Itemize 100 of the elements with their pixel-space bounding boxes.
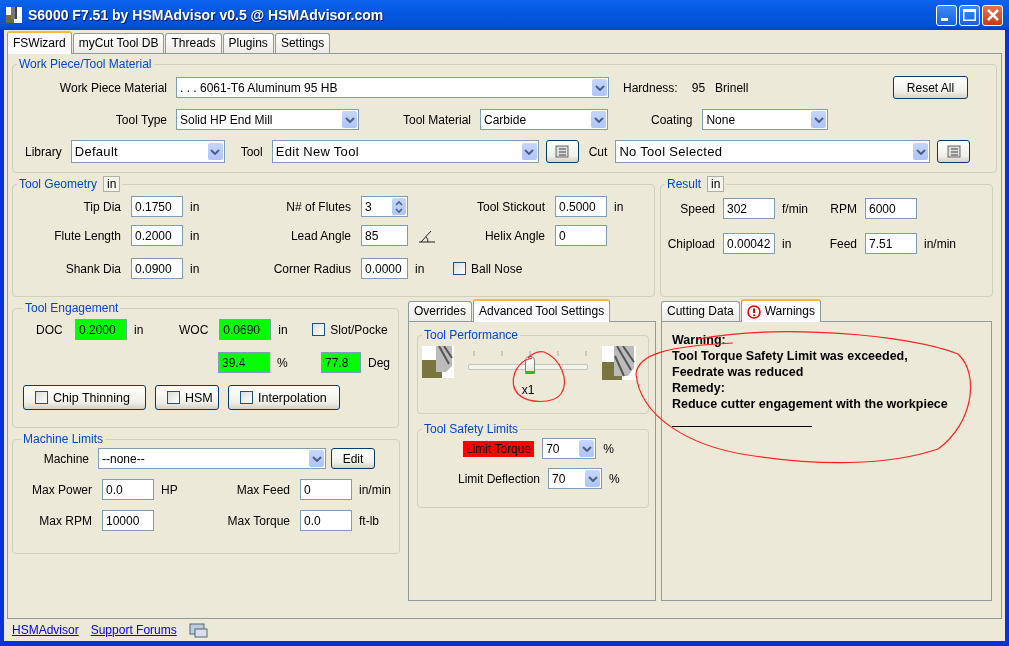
close-button[interactable]	[982, 4, 1003, 26]
tab[interactable]: Advanced Tool Settings	[473, 299, 611, 322]
toggle-button[interactable]: Interpolation	[228, 385, 340, 410]
unit-button[interactable]: in	[103, 176, 121, 192]
unit-label: in/min	[359, 482, 391, 497]
edit-list-button[interactable]	[545, 140, 579, 163]
text-field[interactable]: 0	[555, 225, 607, 246]
text-field[interactable]: 0.1750	[131, 196, 183, 217]
tab[interactable]: Cutting Data	[661, 301, 740, 321]
checkbox-label: Slot/Pocke	[330, 322, 388, 337]
toggle-button[interactable]: HSM	[155, 385, 219, 410]
unit-label: f/min	[782, 201, 808, 216]
dropdown[interactable]: No Tool Selected	[615, 140, 931, 163]
spinner-field[interactable]: 3	[361, 196, 408, 217]
group-title: Work Piece/Tool Material	[18, 57, 153, 71]
field-label: WOC	[179, 322, 209, 337]
field-label: Flute Length	[53, 228, 121, 243]
text-field[interactable]: 0.2000	[131, 225, 183, 246]
footer-link[interactable]: HSMAdvisor	[12, 623, 79, 637]
tab[interactable]: Warnings	[740, 299, 821, 322]
checkbox[interactable]	[312, 323, 326, 336]
text-field[interactable]: 85	[361, 225, 408, 246]
text-field[interactable]: 77.8	[321, 352, 361, 373]
slider-thumb[interactable]	[525, 356, 536, 374]
reset-button[interactable]: Reset All	[893, 76, 968, 99]
group-title: Machine Limits	[22, 432, 105, 446]
dropdown[interactable]: 70	[548, 468, 602, 489]
unit-label: in	[614, 199, 624, 214]
checkbox[interactable]	[35, 391, 48, 404]
maximize-button[interactable]	[959, 4, 980, 26]
tab[interactable]: Threads	[165, 33, 222, 53]
text-field[interactable]: 0.2000	[75, 319, 127, 340]
text-field[interactable]: 0.00042	[723, 233, 775, 254]
unit-label: in	[782, 236, 792, 251]
field-label: Work Piece Material	[58, 80, 167, 95]
warning-text: Warning:	[672, 332, 727, 348]
dropdown[interactable]: Solid HP End Mill	[176, 109, 359, 130]
warning-icon	[746, 304, 761, 319]
text-field[interactable]: 0.0000	[361, 258, 408, 279]
dropdown[interactable]: Edit New Tool	[271, 140, 539, 163]
close-icon	[986, 9, 999, 21]
group-title: Tool Safety Limits	[423, 422, 520, 436]
field-label: DOC	[36, 322, 62, 337]
unit-button[interactable]: in	[707, 176, 725, 192]
caret-icon	[309, 450, 324, 467]
field-label: Library	[25, 144, 62, 159]
text-field[interactable]: 0.0	[102, 479, 154, 500]
caret-icon	[913, 143, 929, 160]
field-label: Max Power	[30, 482, 92, 497]
maximize-icon	[963, 9, 976, 21]
tab[interactable]: FSWizard	[7, 31, 72, 54]
field-label: Tool Stickout	[475, 199, 545, 214]
field-label: RPM	[829, 201, 857, 216]
checkbox[interactable]	[167, 391, 180, 404]
toggle-button[interactable]: Chip Thinning	[23, 385, 146, 410]
dropdown[interactable]: --none--	[98, 448, 326, 469]
warning-text: Tool Torque Safety Limit was exceeded,	[672, 348, 909, 364]
text-field[interactable]: 10000	[102, 510, 154, 531]
footer-link[interactable]: Support Forums	[90, 623, 177, 637]
spinner-arrows-icon	[392, 198, 406, 215]
text-field[interactable]: 0.0690	[219, 319, 272, 340]
dropdown[interactable]: 70	[542, 438, 597, 459]
text-field[interactable]: 302	[723, 198, 775, 219]
unit-label: Deg	[368, 355, 390, 370]
text-field[interactable]: 0.0	[300, 510, 352, 531]
dropdown[interactable]: . . . 6061-T6 Aluminum 95 HB	[176, 77, 609, 98]
text-field[interactable]: 6000	[865, 198, 917, 219]
end-mill-icon	[422, 346, 454, 378]
dropdown[interactable]: None	[702, 109, 829, 130]
minimize-button[interactable]	[936, 4, 957, 26]
unit-label: in	[415, 261, 425, 276]
warning-text: Feedrate was reduced	[672, 364, 805, 380]
field-label: Helix Angle	[483, 228, 545, 243]
field-label: Machine	[42, 451, 89, 466]
dropdown[interactable]: Default	[70, 140, 225, 163]
text-field[interactable]: 39.4	[218, 352, 270, 373]
field-label: Tool	[240, 144, 263, 159]
tab[interactable]: Plugins	[222, 33, 274, 53]
unit-label: %	[609, 471, 620, 486]
tab[interactable]: Overrides	[408, 301, 472, 321]
dropdown[interactable]: Carbide	[480, 109, 609, 130]
edit-button[interactable]: Edit	[331, 448, 375, 469]
checkbox[interactable]	[453, 262, 466, 275]
field-label: Limit Torque	[463, 440, 535, 457]
unit-label: in	[190, 228, 200, 243]
checkbox[interactable]	[240, 391, 253, 404]
group-title: Tool Engagement	[24, 301, 120, 315]
text-field[interactable]: 0	[300, 479, 352, 500]
caret-icon	[207, 143, 223, 160]
field-label: Cut	[588, 144, 608, 159]
tab[interactable]: Settings	[274, 33, 331, 53]
text-field[interactable]: 0.5000	[555, 196, 607, 217]
field-label: Hardness:	[623, 80, 678, 95]
tab[interactable]: myCut Tool DB	[72, 33, 165, 53]
unit-label: Brinell	[715, 80, 749, 95]
unit-label: in	[134, 322, 145, 337]
text-field[interactable]: 7.51	[865, 233, 917, 254]
field-label: Max RPM	[38, 513, 92, 528]
edit-list-button[interactable]	[937, 140, 971, 163]
text-field[interactable]: 0.0900	[131, 258, 183, 279]
